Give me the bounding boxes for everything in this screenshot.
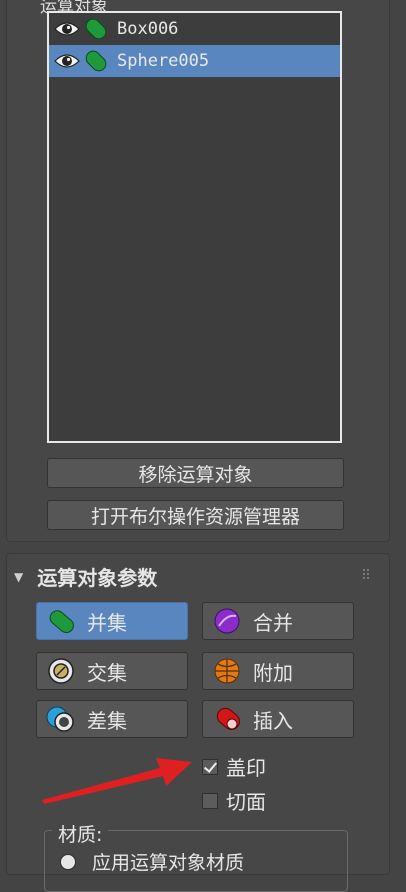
cookie-checkbox[interactable]	[202, 792, 218, 809]
remove-operand-button[interactable]: 移除运算对象	[47, 458, 344, 488]
union-icon	[49, 610, 74, 633]
imprint-label: 盖印	[226, 756, 266, 780]
insert-icon	[216, 707, 240, 730]
list-item-label: Box006	[117, 19, 179, 39]
attach-label: 附加	[253, 660, 293, 685]
subtraction-label: 差集	[87, 708, 127, 733]
operand-list[interactable]: Box006 Sphere005	[47, 11, 342, 443]
attach-button[interactable]: 附加	[202, 652, 354, 690]
merge-icon	[214, 608, 240, 634]
merge-label: 合并	[253, 610, 293, 635]
apply-operand-material-radio[interactable]	[60, 853, 76, 870]
apply-operand-material-option[interactable]: 应用运算对象材质	[60, 848, 244, 875]
operand-params-title: 运算对象参数	[37, 566, 158, 590]
list-item[interactable]: Box006	[49, 13, 340, 45]
imprint-checkbox[interactable]	[202, 758, 218, 775]
imprint-checkbox-row[interactable]: 盖印	[202, 752, 266, 781]
grip-icon[interactable]	[362, 568, 372, 580]
collapse-triangle-icon[interactable]: ▼	[14, 570, 23, 584]
union-button[interactable]: 并集	[36, 602, 188, 640]
eye-icon[interactable]	[53, 51, 81, 71]
subtraction-icon	[46, 706, 74, 732]
union-label: 并集	[87, 610, 127, 635]
green-pill-icon	[83, 16, 109, 42]
eye-icon[interactable]	[53, 19, 81, 39]
insert-button[interactable]: 插入	[202, 700, 354, 738]
attach-icon	[214, 658, 240, 684]
subtraction-button[interactable]: 差集	[36, 700, 188, 738]
material-group-title: 材质:	[52, 820, 109, 847]
cookie-checkbox-row[interactable]: 切面	[202, 786, 266, 815]
intersection-label: 交集	[87, 660, 127, 685]
red-arrow-annotation	[42, 758, 192, 804]
operand-params-header[interactable]: ▼ 运算对象参数	[14, 562, 157, 591]
insert-label: 插入	[253, 708, 293, 733]
list-item[interactable]: Sphere005	[49, 45, 340, 77]
intersection-button[interactable]: 交集	[36, 652, 188, 690]
list-item-label: Sphere005	[117, 51, 210, 71]
merge-button[interactable]: 合并	[202, 602, 354, 640]
apply-operand-material-label: 应用运算对象材质	[92, 852, 245, 874]
open-boolean-explorer-button[interactable]: 打开布尔操作资源管理器	[47, 500, 344, 530]
intersection-icon	[48, 658, 74, 684]
cookie-label: 切面	[226, 790, 266, 814]
green-pill-icon	[83, 48, 109, 74]
